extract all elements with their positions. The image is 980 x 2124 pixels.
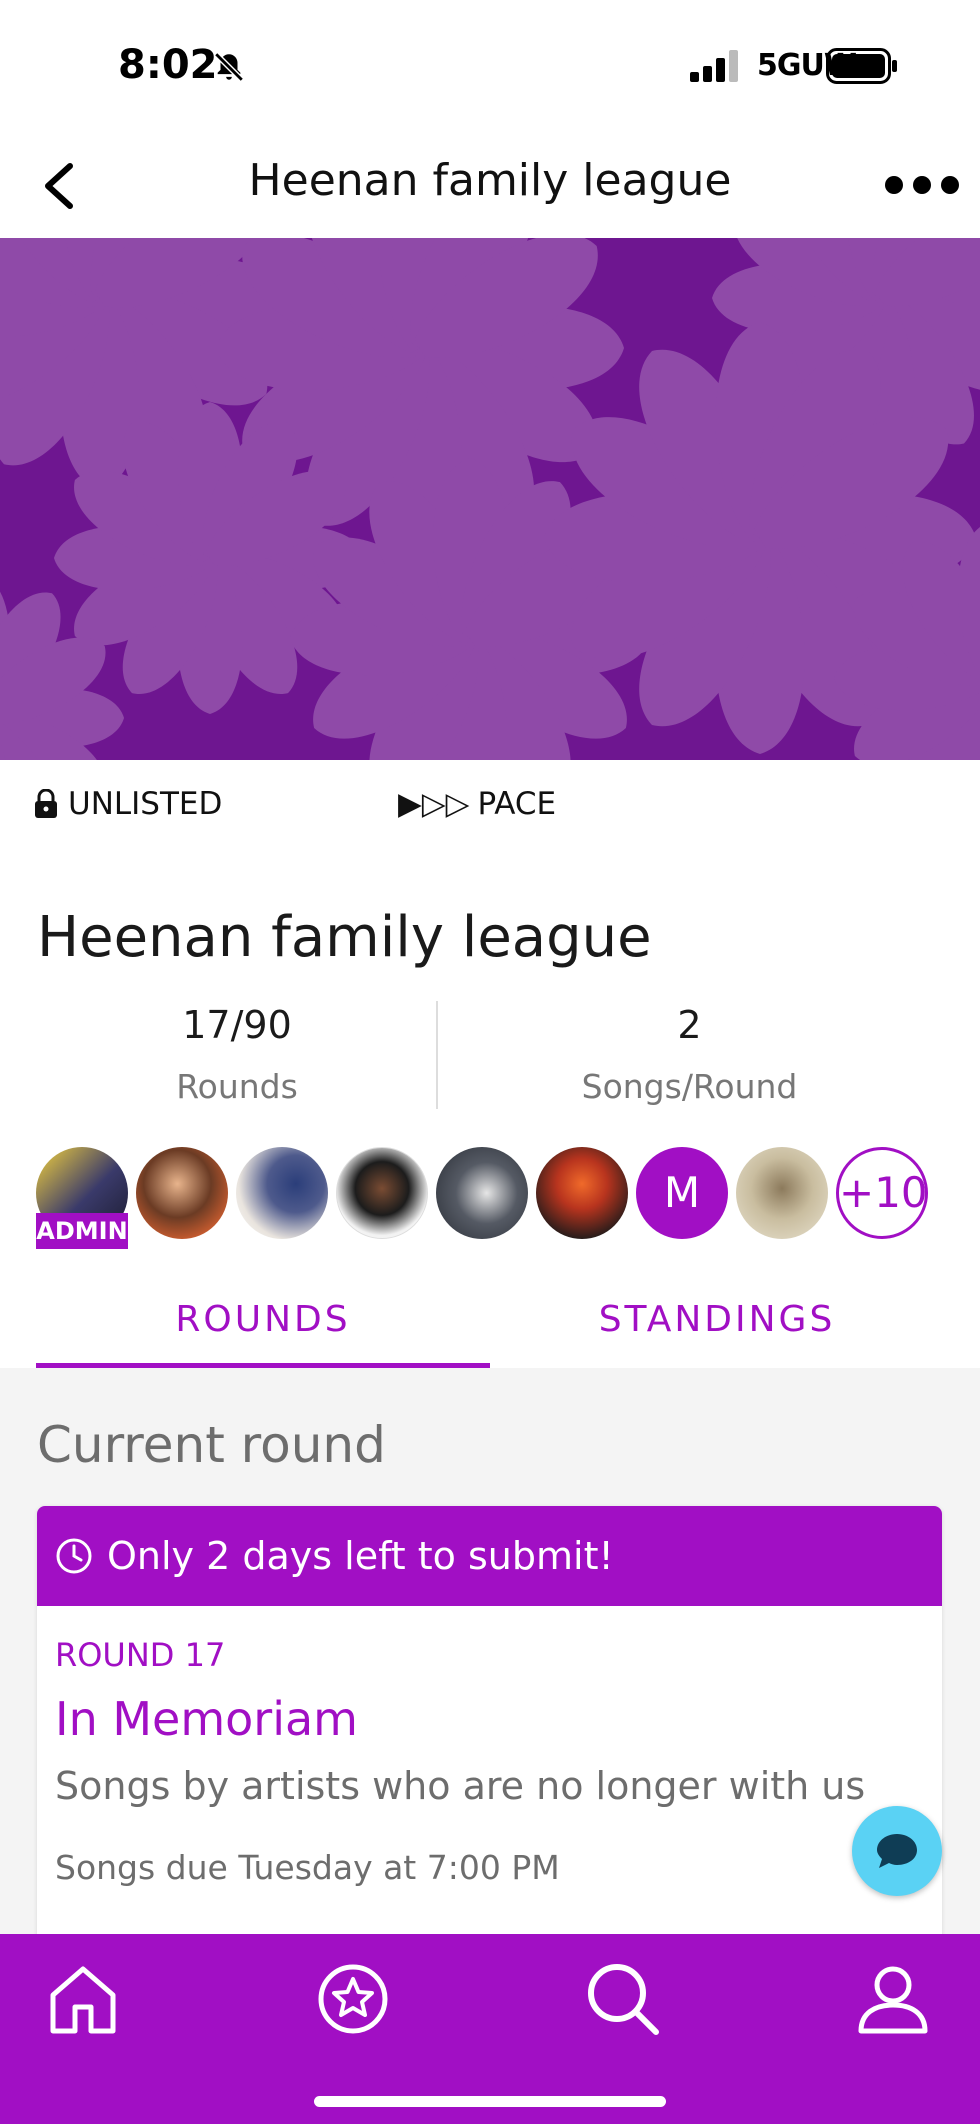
visibility-status: UNLISTED bbox=[34, 786, 222, 822]
nav-bar: Heenan family league bbox=[0, 130, 980, 238]
league-banner bbox=[0, 238, 980, 760]
signal-bars-icon bbox=[690, 50, 738, 82]
tab-rounds[interactable]: ROUNDS bbox=[36, 1290, 490, 1368]
league-title: Heenan family league bbox=[37, 905, 652, 970]
current-round-card[interactable]: Only 2 days left to submit! ROUND 17 In … bbox=[37, 1506, 942, 1946]
page-title: Heenan family league bbox=[248, 155, 732, 206]
songs-value: 2 bbox=[677, 1003, 702, 1047]
avatar[interactable] bbox=[136, 1147, 228, 1239]
round-description: Songs by artists who are no longer with … bbox=[55, 1764, 866, 1808]
round-number: ROUND 17 bbox=[55, 1636, 226, 1674]
lock-icon bbox=[35, 789, 57, 818]
avatar[interactable] bbox=[736, 1147, 828, 1239]
pace-status: ▶▷▷ PACE bbox=[398, 786, 556, 822]
battery-icon bbox=[826, 48, 897, 84]
star-badge-icon bbox=[318, 1964, 388, 2034]
bell-slash-icon bbox=[214, 52, 244, 82]
home-icon bbox=[50, 1966, 116, 2034]
pace-label: PACE bbox=[477, 786, 557, 822]
avatar[interactable] bbox=[536, 1147, 628, 1239]
league-tabs: ROUNDS STANDINGS bbox=[36, 1290, 944, 1368]
chat-button[interactable] bbox=[852, 1806, 942, 1896]
round-name[interactable]: In Memoriam bbox=[55, 1692, 358, 1746]
league-meta: UNLISTED ▶▷▷ PACE bbox=[0, 780, 980, 830]
avatar[interactable] bbox=[236, 1147, 328, 1239]
member-avatars: ADMIN M +10 bbox=[36, 1147, 946, 1257]
search-icon bbox=[588, 1964, 659, 2035]
home-indicator bbox=[314, 2096, 666, 2107]
league-stats: 17/90 Rounds 2 Songs/Round bbox=[37, 995, 942, 1115]
profile-icon bbox=[858, 1966, 928, 2034]
rounds-content: Current round Only 2 days left to submit… bbox=[0, 1368, 980, 1946]
avatar[interactable] bbox=[436, 1147, 528, 1239]
section-title: Current round bbox=[37, 1416, 386, 1474]
pace-arrows: ▶▷▷ bbox=[398, 786, 470, 822]
clock-icon bbox=[56, 1538, 92, 1574]
search-tab[interactable] bbox=[578, 1954, 668, 2044]
deadline-text: Only 2 days left to submit! bbox=[107, 1534, 614, 1578]
avatar[interactable] bbox=[336, 1147, 428, 1239]
more-dots-icon[interactable] bbox=[882, 170, 962, 200]
more-members-button[interactable]: +10 bbox=[836, 1147, 928, 1239]
round-due-date: Songs due Tuesday at 7:00 PM bbox=[55, 1848, 560, 1887]
status-bar: 8:02 5GUW bbox=[0, 0, 980, 130]
banner-pattern bbox=[0, 238, 980, 760]
tab-standings[interactable]: STANDINGS bbox=[490, 1290, 944, 1368]
profile-tab[interactable] bbox=[848, 1954, 938, 2044]
rounds-value: 17/90 bbox=[182, 1003, 292, 1047]
bottom-tab-bar bbox=[0, 1934, 980, 2124]
leagues-tab[interactable] bbox=[308, 1954, 398, 2044]
admin-badge: ADMIN bbox=[36, 1213, 128, 1249]
chat-bubble-icon bbox=[877, 1834, 917, 1868]
status-time: 8:02 bbox=[118, 42, 218, 88]
songs-label: Songs/Round bbox=[581, 1067, 798, 1106]
rounds-stat: 17/90 Rounds bbox=[37, 995, 437, 1106]
songs-per-round-stat: 2 Songs/Round bbox=[437, 995, 942, 1106]
avatar-letter[interactable]: M bbox=[636, 1147, 728, 1239]
home-tab[interactable] bbox=[38, 1954, 128, 2044]
rounds-label: Rounds bbox=[176, 1067, 298, 1106]
visibility-label: UNLISTED bbox=[68, 786, 223, 822]
deadline-alert: Only 2 days left to submit! bbox=[37, 1506, 942, 1606]
